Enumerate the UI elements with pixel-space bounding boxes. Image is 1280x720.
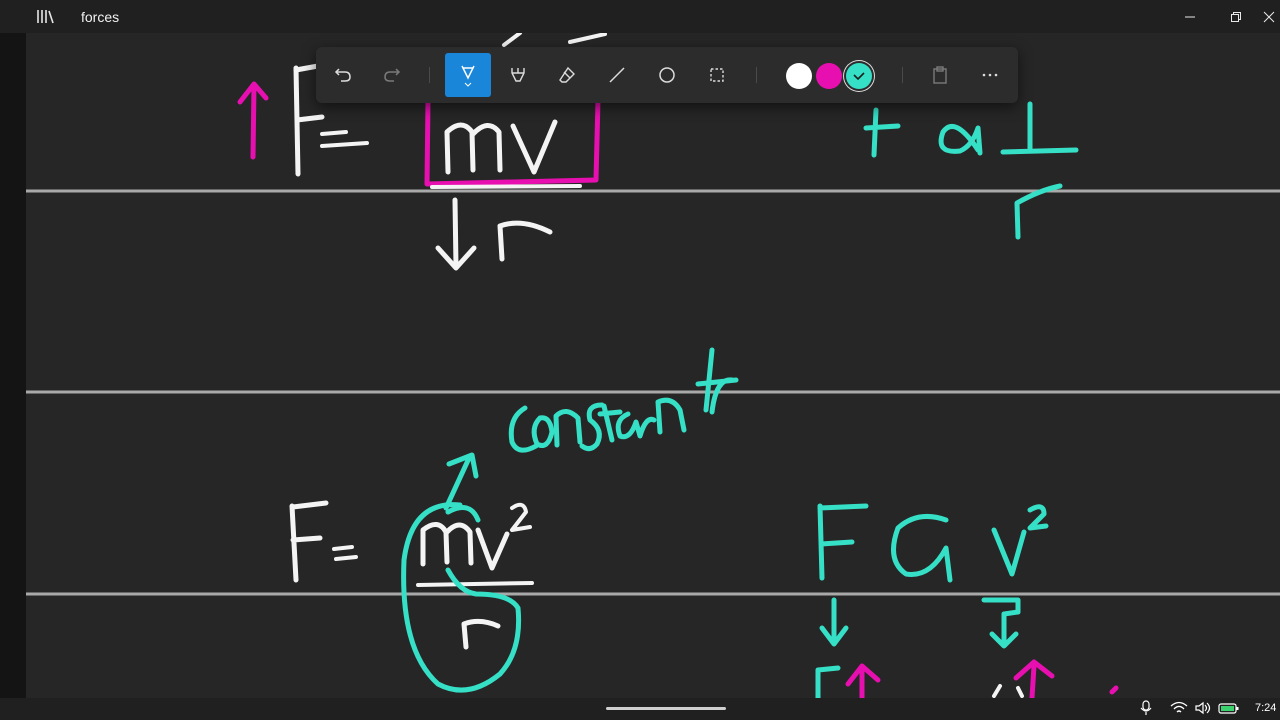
restore-icon [1231,11,1241,22]
color-swatch-teal[interactable] [846,63,872,89]
pen-icon [461,65,475,87]
toolbar-separator [429,67,430,83]
paste-icon [933,66,947,84]
toolbar-separator [756,67,757,83]
more-options-button[interactable] [967,47,1013,103]
highlighter-tool-button[interactable] [495,47,541,103]
close-button[interactable] [1259,0,1280,33]
highlighter-icon [511,68,525,82]
microphone-icon[interactable] [1139,700,1153,716]
toolbar-separator [902,67,903,83]
more-icon [982,73,998,77]
color-swatch-white[interactable] [786,63,812,89]
redo-button[interactable] [369,47,415,103]
window-title: forces [81,9,120,25]
color-swatch-magenta[interactable] [816,63,842,89]
pen-tool-button[interactable] [445,53,491,97]
lasso-select-icon [710,68,724,82]
minimize-button[interactable] [1167,0,1213,33]
redo-icon [384,68,401,82]
ink-layer [26,33,1280,698]
undo-icon [334,68,351,82]
left-edge [0,33,26,698]
line-tool-button[interactable] [594,47,640,103]
drawing-canvas[interactable]: constant [26,33,1280,698]
title-bar: forces [0,0,1280,33]
lasso-select-button[interactable] [694,47,740,103]
circle-tool-button[interactable] [644,47,690,103]
wifi-icon[interactable] [1170,700,1188,716]
eraser-tool-button[interactable] [544,47,590,103]
rule-lines [26,189,1280,596]
paste-button[interactable] [917,47,963,103]
undo-button[interactable] [320,47,366,103]
restore-button[interactable] [1213,0,1259,33]
clock[interactable]: 7:24 [1255,702,1276,714]
line-icon [609,67,625,83]
circle-icon [659,67,675,83]
home-indicator[interactable] [606,707,726,710]
checkmark-icon [853,72,865,81]
minimize-icon [1185,16,1195,17]
volume-icon[interactable] [1194,700,1212,716]
close-icon [1263,11,1275,22]
library-app-icon [36,8,56,30]
eraser-icon [559,66,575,83]
ink-toolbar [316,47,1018,103]
battery-icon[interactable] [1218,700,1240,716]
